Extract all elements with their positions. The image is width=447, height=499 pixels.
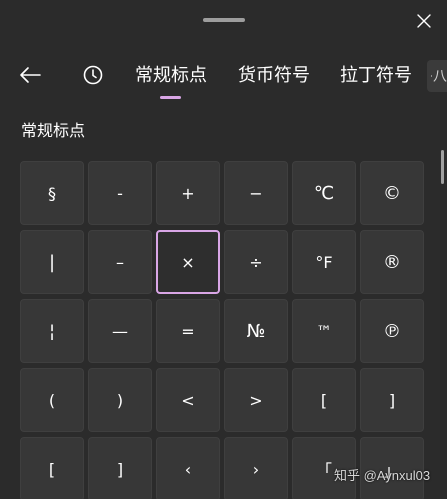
vertical-scrollbar[interactable] (441, 150, 444, 184)
symbol-button[interactable]: + (156, 161, 220, 225)
symbol-button[interactable]: ℗ (360, 299, 424, 363)
arrow-left-icon (20, 67, 41, 83)
tab-currency-symbols[interactable]: 货币符号 (238, 62, 310, 88)
tab-general-punctuation[interactable]: 常规标点 (135, 62, 207, 88)
symbol-button[interactable]: °F (292, 230, 356, 294)
drag-handle[interactable] (203, 18, 245, 22)
symbol-button[interactable]: ‹ (156, 437, 220, 499)
symbol-button[interactable]: – (88, 230, 152, 294)
recently-used-button[interactable] (78, 61, 108, 89)
watermark: 知乎 @Aynxul03 (334, 468, 431, 483)
close-icon (417, 14, 431, 28)
symbol-button[interactable]: ¦ (20, 299, 84, 363)
emoji-symbol-panel: 常规标点 货币符号 拉丁符号 八 常规标点 § - + − ℃ © | – × … (0, 0, 447, 499)
symbol-button[interactable]: ™ (292, 299, 356, 363)
symbol-button[interactable]: [ (292, 368, 356, 432)
close-button[interactable] (411, 10, 437, 32)
clock-icon (83, 65, 103, 85)
symbol-button[interactable]: § (20, 161, 84, 225)
symbol-button[interactable]: [ (20, 437, 84, 499)
symbol-button[interactable]: − (224, 161, 288, 225)
category-tab-bar: 常规标点 货币符号 拉丁符号 八 (0, 52, 447, 100)
symbol-button[interactable]: › (224, 437, 288, 499)
symbol-button[interactable]: ÷ (224, 230, 288, 294)
symbol-button[interactable]: < (156, 368, 220, 432)
symbol-button[interactable]: © (360, 161, 424, 225)
symbol-button[interactable]: ℃ (292, 161, 356, 225)
symbol-button[interactable]: — (88, 299, 152, 363)
tab-scroll-right-button[interactable]: 八 (427, 60, 447, 92)
section-title: 常规标点 (21, 123, 86, 140)
symbol-button-selected[interactable]: × (156, 230, 220, 294)
symbol-button[interactable]: ( (20, 368, 84, 432)
symbol-button[interactable]: ) (88, 368, 152, 432)
tab-latin-symbols[interactable]: 拉丁符号 (340, 62, 412, 88)
symbol-button[interactable]: | (20, 230, 84, 294)
active-tab-indicator (160, 96, 181, 99)
back-button[interactable] (14, 62, 46, 88)
symbol-button[interactable]: > (224, 368, 288, 432)
symbol-button[interactable]: № (224, 299, 288, 363)
chevron-right-icon (431, 75, 432, 77)
symbol-button[interactable]: = (156, 299, 220, 363)
symbol-button[interactable]: ® (360, 230, 424, 294)
symbol-button[interactable]: - (88, 161, 152, 225)
symbol-button[interactable]: ] (360, 368, 424, 432)
symbol-grid: § - + − ℃ © | – × ÷ °F ® ¦ — = № ™ ℗ ( )… (20, 161, 424, 499)
symbol-button[interactable]: ] (88, 437, 152, 499)
partial-next-tab-label: 八 (433, 68, 447, 84)
